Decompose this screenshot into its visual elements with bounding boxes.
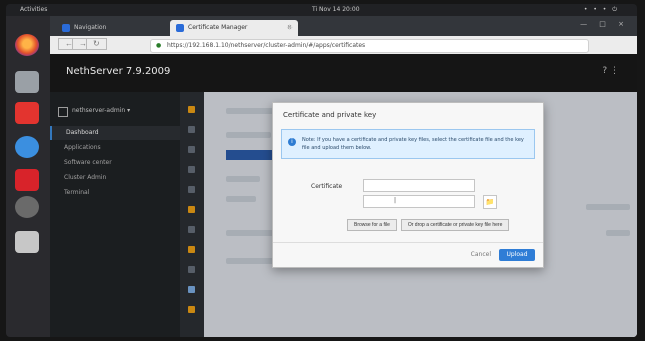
file-input-value: | (394, 197, 397, 204)
modal-title: Certificate and private key (283, 111, 377, 119)
app-header: NethServer 7.9.2009 ? ⋮ (50, 54, 637, 92)
cancel-button[interactable]: Cancel (471, 251, 491, 258)
terminal-dock-icon[interactable] (15, 231, 39, 253)
files-dock-icon[interactable] (15, 71, 39, 93)
window-controls[interactable]: — □ × (580, 20, 629, 28)
tab-favicon-icon (62, 24, 70, 32)
certificate-label: Certificate (311, 183, 343, 190)
help-icon[interactable]: ? ⋮ (602, 66, 619, 76)
upload-button[interactable]: Upload (499, 249, 535, 261)
notice-text: Note: If you have a certificate and priv… (302, 137, 524, 151)
certificate-field[interactable] (363, 179, 475, 192)
address-bar[interactable]: ● https://192.168.1.10/nethserver/cluste… (150, 39, 589, 53)
firefox-dock-icon[interactable] (15, 34, 39, 56)
tab-label: Certificate Manager (188, 24, 248, 31)
dock (6, 16, 50, 337)
certificate-modal: Certificate and private key i Note: If y… (272, 102, 544, 268)
browser-window: Navigation × Certificate Manager × + — □… (50, 16, 637, 337)
drop-zone-button[interactable]: Or drop a certificate or private key fil… (400, 219, 510, 231)
info-notice: i Note: If you have a certificate and pr… (281, 129, 535, 159)
system-tray[interactable]: • • • ⏻ (584, 4, 619, 16)
browse-button[interactable]: Browse for a file (347, 219, 397, 231)
new-tab-button[interactable]: + (286, 20, 294, 36)
tab-favicon-icon (176, 24, 184, 32)
url-text: https://192.168.1.10/nethserver/cluster-… (167, 42, 366, 49)
activities-label[interactable]: Activities (20, 4, 47, 16)
help-dock-icon[interactable] (15, 136, 39, 158)
monitor-screen: Activities Ti Nov 14 20:00 • • • ⏻ Navig… (6, 4, 637, 337)
tab-strip: Navigation × Certificate Manager × + — □… (50, 16, 637, 36)
tab-label: Navigation (74, 24, 107, 31)
lock-icon: ● (156, 42, 162, 49)
app-title: NethServer 7.9.2009 (66, 66, 171, 77)
office-dock-icon[interactable] (15, 169, 39, 191)
system-top-bar: Activities Ti Nov 14 20:00 • • • ⏻ (6, 4, 637, 16)
clock: Ti Nov 14 20:00 (312, 6, 360, 13)
info-icon: i (288, 138, 296, 146)
reload-button[interactable]: ↻ (86, 38, 107, 50)
tab-certificate-manager[interactable]: Certificate Manager × (170, 20, 298, 36)
modal-footer: Cancel Upload (273, 242, 543, 267)
software-dock-icon[interactable] (15, 102, 39, 124)
navigation-bar: ← → ↻ ● https://192.168.1.10/nethserver/… (50, 36, 637, 54)
file-input[interactable]: | (363, 195, 475, 208)
folder-icon[interactable]: 📁 (483, 195, 497, 209)
tab-navigation[interactable]: Navigation × (56, 20, 184, 36)
upload-actions: Browse for a file Or drop a certificate … (347, 219, 510, 231)
package-dock-icon[interactable] (15, 196, 39, 218)
